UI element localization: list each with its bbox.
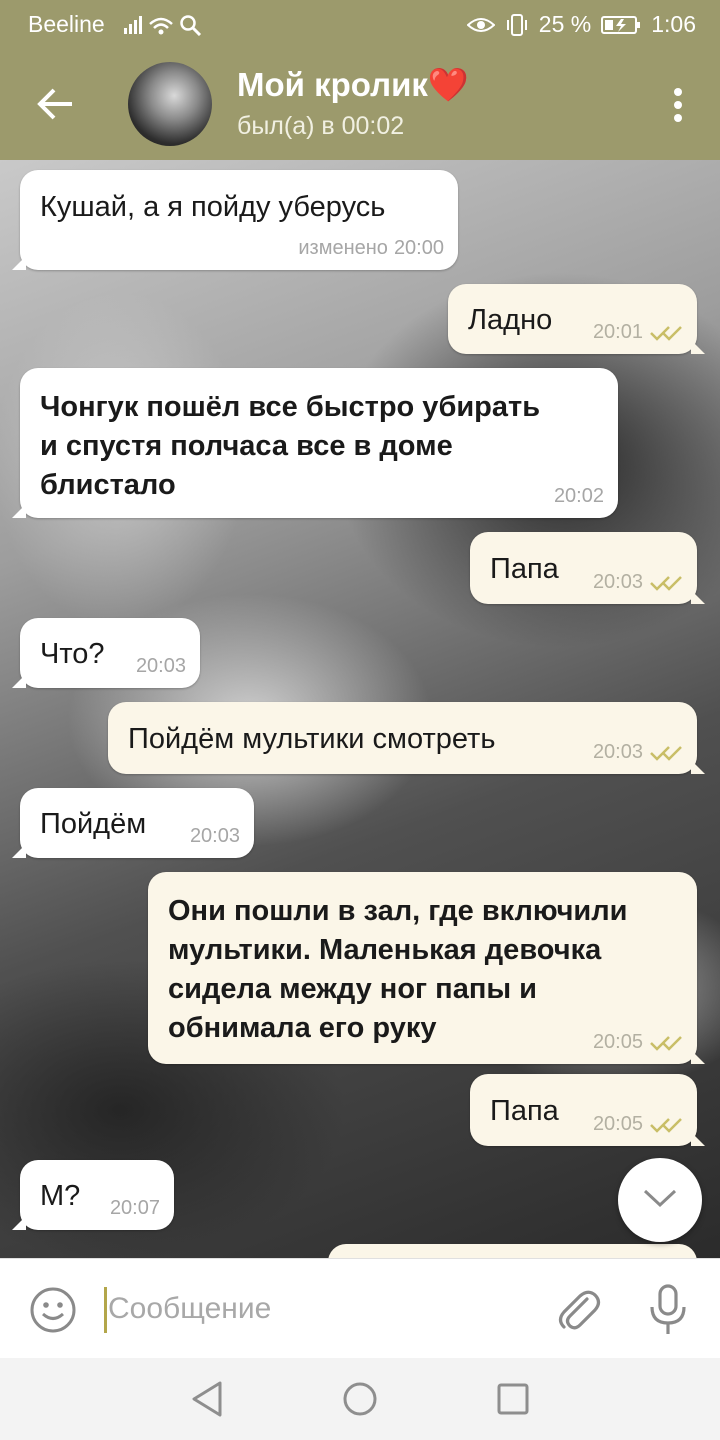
dot-icon xyxy=(674,88,682,96)
message-incoming[interactable]: Кушай, а я пойду уберусь изменено 20:00 xyxy=(12,170,458,270)
contact-name[interactable]: Мой кролик❤️ xyxy=(237,66,469,105)
message-time: 20:05 xyxy=(592,1113,643,1135)
message-text: Папа xyxy=(490,1095,559,1127)
message-line: сидела между ног папы и xyxy=(168,973,537,1005)
message-text: Кушай, а я пойду уберусь xyxy=(40,191,386,223)
message-time: 20:07 xyxy=(109,1197,160,1219)
scroll-down-button[interactable] xyxy=(618,1158,702,1242)
message-input[interactable] xyxy=(108,1281,528,1337)
message-meta: изменено 20:00 xyxy=(298,237,444,260)
signal-wifi-search-icons xyxy=(122,14,206,42)
arrow-left-icon xyxy=(37,88,72,120)
vibrate-icon xyxy=(506,13,527,36)
triangle-back-icon xyxy=(192,1381,222,1417)
microphone-button[interactable] xyxy=(646,1283,690,1337)
message-incoming[interactable]: Пойдём 20:03 xyxy=(12,788,254,858)
message-outgoing[interactable]: Папа 20:05 xyxy=(470,1074,705,1146)
message-time: 20:01 xyxy=(592,321,643,343)
message-composer xyxy=(0,1258,720,1359)
message-line: Чонгук пошёл все быстро убирать xyxy=(40,391,541,423)
message-time: 20:00 xyxy=(393,237,444,259)
message-text: Они пошли в зал, где включили мультики. … xyxy=(168,892,628,1048)
nav-back-button[interactable] xyxy=(190,1380,224,1423)
system-nav-bar xyxy=(0,1358,720,1440)
chevron-down-icon xyxy=(643,1189,677,1208)
double-check-icon xyxy=(650,1117,682,1133)
message-outgoing[interactable]: Они пошли в зал, где включили мультики. … xyxy=(148,872,705,1064)
circle-home-icon xyxy=(343,1382,377,1416)
message-time: 20:03 xyxy=(189,825,240,847)
message-time: 20:05 xyxy=(592,1031,643,1053)
message-text: Чонгук пошёл все быстро убирать и спустя… xyxy=(40,388,540,505)
message-outgoing[interactable]: Папа 20:03 xyxy=(470,532,705,604)
message-meta: 20:03 xyxy=(593,571,683,594)
contact-name-text: Мой кролик xyxy=(237,66,428,103)
message-time: 20:03 xyxy=(592,571,643,593)
message-text: Пойдём мультики смотреть xyxy=(128,723,496,755)
back-button[interactable] xyxy=(30,78,82,130)
smiley-icon xyxy=(30,1287,76,1333)
message-time: 20:03 xyxy=(592,741,643,763)
message-line: Они пошли в зал, где включили xyxy=(168,895,628,927)
message-meta: 20:02 xyxy=(554,485,604,508)
edited-label: изменено xyxy=(298,237,388,259)
status-right: 25 % 1:06 xyxy=(466,11,696,38)
eye-icon xyxy=(466,17,495,32)
last-seen-status: был(а) в 00:02 xyxy=(237,112,405,140)
message-meta: 20:05 xyxy=(593,1113,683,1136)
message-text: Папа xyxy=(490,553,559,585)
message-line: блистало xyxy=(40,469,176,501)
message-text: М? xyxy=(40,1180,81,1212)
chat-area[interactable]: Кушай, а я пойду уберусь изменено 20:00 … xyxy=(0,160,720,1258)
dot-icon xyxy=(674,101,682,109)
message-meta: 20:01 xyxy=(593,321,683,344)
emoji-button[interactable] xyxy=(28,1285,78,1335)
message-meta: 20:07 xyxy=(110,1197,160,1220)
double-check-icon xyxy=(650,575,682,591)
status-bar: Beeline 25 % 1:06 xyxy=(0,0,720,48)
contact-avatar[interactable] xyxy=(128,62,212,146)
square-recents-icon xyxy=(497,1383,529,1415)
dot-icon xyxy=(674,114,682,122)
battery-percent: 25 % xyxy=(538,11,592,37)
message-incoming[interactable]: М? 20:07 xyxy=(12,1160,174,1230)
message-outgoing[interactable]: Пойдём мультики смотреть 20:03 xyxy=(108,702,705,774)
message-text: Ладно xyxy=(468,304,553,336)
carrier-label: Beeline xyxy=(28,11,105,37)
nav-recents-button[interactable] xyxy=(496,1382,530,1421)
message-meta: 20:03 xyxy=(190,825,240,848)
text-cursor xyxy=(104,1287,107,1333)
message-outgoing[interactable]: Ладно 20:01 xyxy=(448,284,705,354)
double-check-icon xyxy=(650,1035,682,1051)
double-check-icon xyxy=(650,745,682,761)
message-outgoing-partial[interactable] xyxy=(328,1244,697,1258)
paperclip-icon xyxy=(558,1290,601,1330)
message-time: 20:03 xyxy=(135,655,186,677)
more-options-button[interactable] xyxy=(666,84,690,128)
battery-icon xyxy=(601,15,641,34)
message-line: мультики. Маленькая девочка xyxy=(168,934,602,966)
message-line: обнимала его руку xyxy=(168,1012,437,1044)
message-meta: 20:05 xyxy=(593,1031,683,1054)
chat-header: Мой кролик❤️ был(а) в 00:02 xyxy=(0,48,720,160)
double-check-icon xyxy=(650,325,682,341)
attach-button[interactable] xyxy=(553,1285,603,1335)
message-time: 20:02 xyxy=(553,485,604,507)
microphone-icon xyxy=(650,1284,686,1334)
clock: 1:06 xyxy=(651,11,696,37)
message-meta: 20:03 xyxy=(593,741,683,764)
message-line: и спустя полчаса все в доме xyxy=(40,430,453,462)
message-meta: 20:03 xyxy=(136,655,186,678)
message-text: Пойдём xyxy=(40,808,147,840)
message-incoming[interactable]: Чонгук пошёл все быстро убирать и спустя… xyxy=(12,368,618,518)
nav-home-button[interactable] xyxy=(342,1380,378,1423)
message-text: Что? xyxy=(40,638,105,670)
heart-icon: ❤️ xyxy=(427,66,469,103)
message-incoming[interactable]: Что? 20:03 xyxy=(12,618,200,688)
